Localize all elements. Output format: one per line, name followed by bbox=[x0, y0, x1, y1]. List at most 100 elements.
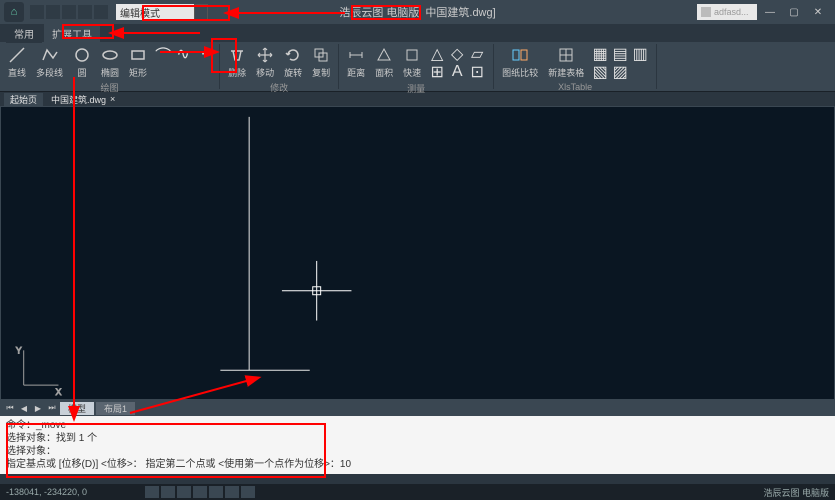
svg-text:X: X bbox=[55, 387, 61, 397]
status-coords: -138041, -234220, 0 bbox=[6, 487, 87, 497]
user-icon bbox=[701, 7, 711, 17]
xls5-icon[interactable]: ▨ bbox=[612, 64, 628, 80]
snap-toggle[interactable] bbox=[145, 486, 159, 498]
polyline-icon bbox=[41, 46, 59, 64]
sheet-nav-prev[interactable]: ◀ bbox=[18, 404, 30, 413]
group-sheet: 图纸比较 新建表格 ▦ ▤ ▥ ▧ ▨ XlsTable bbox=[494, 44, 657, 89]
sheet-nav-last[interactable]: ⏭ bbox=[46, 403, 58, 413]
tab-extend-tools[interactable]: 扩展工具 bbox=[44, 24, 100, 43]
draw-flyout[interactable]: ⌒ ∿ · bbox=[153, 44, 215, 64]
quick-access-toolbar bbox=[30, 5, 108, 19]
sheet-tab-layout1[interactable]: 布局1 bbox=[96, 402, 135, 415]
sheet-nav-next[interactable]: ▶ bbox=[32, 404, 44, 413]
lineweight-toggle[interactable] bbox=[241, 486, 255, 498]
status-toggles bbox=[145, 486, 255, 498]
dim-icon[interactable]: △ bbox=[429, 46, 445, 62]
ellipse-button[interactable]: 椭圆 bbox=[97, 44, 123, 81]
group-draw: 直线 多段线 圆 椭圆 矩形 ⌒ ∿ · 绘图 bbox=[0, 44, 220, 89]
drawing-canvas[interactable]: Y X bbox=[0, 106, 835, 400]
dim3-icon[interactable]: ▱ bbox=[469, 46, 485, 62]
circle-button[interactable]: 圆 bbox=[69, 44, 95, 81]
dim6-icon[interactable]: ⊡ bbox=[469, 64, 485, 80]
command-line-4: 指定基点或 [位移(D)] <位移>： 指定第二个点或 <使用第一个点作为位移>… bbox=[6, 458, 829, 471]
ribbon: 直线 多段线 圆 椭圆 矩形 ⌒ ∿ · 绘图 删除 移动 旋转 复制 修改 距… bbox=[0, 42, 835, 92]
polar-toggle[interactable] bbox=[193, 486, 207, 498]
qat-redo-icon[interactable] bbox=[78, 5, 92, 19]
delete-button[interactable]: 删除 bbox=[224, 44, 250, 81]
distance-button[interactable]: 距离 bbox=[343, 44, 369, 81]
title-right: adfasd... — ▢ ✕ bbox=[697, 4, 829, 20]
measure-flyout[interactable]: △ ◇ ▱ ⊞ A ⊡ bbox=[427, 44, 489, 82]
app-logo[interactable]: ⌂ bbox=[4, 2, 24, 22]
xls4-icon[interactable]: ▧ bbox=[592, 64, 608, 80]
sheet-flyout[interactable]: ▦ ▤ ▥ ▧ ▨ bbox=[590, 44, 652, 82]
copy-button[interactable]: 复制 bbox=[308, 44, 334, 81]
otrack-toggle[interactable] bbox=[225, 486, 239, 498]
osnap-toggle[interactable] bbox=[209, 486, 223, 498]
circle-icon bbox=[73, 46, 91, 64]
dim5-icon[interactable]: A bbox=[449, 64, 465, 80]
doc-tab-file[interactable]: 中国建筑.dwg× bbox=[45, 93, 121, 106]
search-toggle[interactable] bbox=[194, 4, 208, 20]
move-icon bbox=[256, 46, 274, 64]
distance-icon bbox=[347, 46, 365, 64]
qat-undo-icon[interactable] bbox=[62, 5, 76, 19]
ribbon-tabs: 常用 扩展工具 bbox=[0, 24, 835, 42]
compare-icon bbox=[511, 46, 529, 64]
titlebar: ⌂ 浩辰云图 电脑版 中国建筑.dwg] adfasd... — ▢ ✕ bbox=[0, 0, 835, 24]
area-button[interactable]: 面积 bbox=[371, 44, 397, 81]
group-label-sheet: XlsTable bbox=[558, 82, 592, 92]
search-input[interactable] bbox=[116, 4, 194, 20]
ortho-toggle[interactable] bbox=[177, 486, 191, 498]
minimize-button[interactable]: — bbox=[759, 4, 781, 20]
dim2-icon[interactable]: ◇ bbox=[449, 46, 465, 62]
polyline-button[interactable]: 多段线 bbox=[32, 44, 67, 81]
command-line-1: 命令：_move bbox=[6, 419, 829, 432]
line-button[interactable]: 直线 bbox=[4, 44, 30, 81]
rotate-button[interactable]: 旋转 bbox=[280, 44, 306, 81]
command-line-2: 选择对象：找到 1 个 bbox=[6, 432, 829, 445]
move-button[interactable]: 移动 bbox=[252, 44, 278, 81]
rect-button[interactable]: 矩形 bbox=[125, 44, 151, 81]
close-tab-icon[interactable]: × bbox=[110, 94, 115, 104]
dim4-icon[interactable]: ⊞ bbox=[429, 64, 445, 80]
rect-icon bbox=[129, 46, 147, 64]
sheet-tabs: ⏮ ◀ ▶ ⏭ 模型 布局1 bbox=[0, 400, 835, 416]
spline-icon[interactable]: ∿ bbox=[175, 46, 191, 62]
search-wrap bbox=[116, 4, 208, 20]
xls3-icon[interactable]: ▥ bbox=[632, 46, 648, 62]
sheet-tab-model[interactable]: 模型 bbox=[60, 402, 94, 415]
qat-save-icon[interactable] bbox=[46, 5, 60, 19]
line-icon bbox=[8, 46, 26, 64]
sheet-nav-first[interactable]: ⏮ bbox=[4, 403, 16, 413]
app-name: 浩辰云图 电脑版 bbox=[339, 4, 419, 20]
title-center: 浩辰云图 电脑版 中国建筑.dwg] bbox=[339, 4, 495, 20]
xls2-icon[interactable]: ▤ bbox=[612, 46, 628, 62]
user-button[interactable]: adfasd... bbox=[697, 4, 757, 20]
rotate-icon bbox=[284, 46, 302, 64]
tab-common[interactable]: 常用 bbox=[6, 24, 42, 43]
group-label-modify: 修改 bbox=[270, 81, 288, 93]
delete-icon bbox=[228, 46, 246, 64]
quick-button[interactable]: 快速 bbox=[399, 44, 425, 81]
table-icon bbox=[557, 46, 575, 64]
qat-open-icon[interactable] bbox=[30, 5, 44, 19]
group-label-draw: 绘图 bbox=[101, 81, 119, 93]
grid-toggle[interactable] bbox=[161, 486, 175, 498]
group-measure: 距离 面积 快速 △ ◇ ▱ ⊞ A ⊡ 测量 bbox=[339, 44, 494, 89]
filename: 中国建筑.dwg] bbox=[425, 4, 495, 20]
qat-print-icon[interactable] bbox=[94, 5, 108, 19]
newtable-button[interactable]: 新建表格 bbox=[544, 44, 588, 81]
group-modify: 删除 移动 旋转 复制 修改 bbox=[220, 44, 339, 89]
arc-icon[interactable]: ⌒ bbox=[155, 46, 171, 62]
close-button[interactable]: ✕ bbox=[807, 4, 829, 20]
doc-tab-start[interactable]: 起始页 bbox=[4, 93, 43, 106]
point-icon[interactable]: · bbox=[195, 46, 211, 62]
command-line-3: 选择对象： bbox=[6, 445, 829, 458]
maximize-button[interactable]: ▢ bbox=[783, 4, 805, 20]
status-right: 浩辰云图 电脑版 bbox=[763, 486, 829, 499]
command-window[interactable]: 命令：_move 选择对象：找到 1 个 选择对象： 指定基点或 [位移(D)]… bbox=[0, 416, 835, 474]
group-label-measure: 测量 bbox=[407, 82, 425, 94]
compare-button[interactable]: 图纸比较 bbox=[498, 44, 542, 81]
xls1-icon[interactable]: ▦ bbox=[592, 46, 608, 62]
